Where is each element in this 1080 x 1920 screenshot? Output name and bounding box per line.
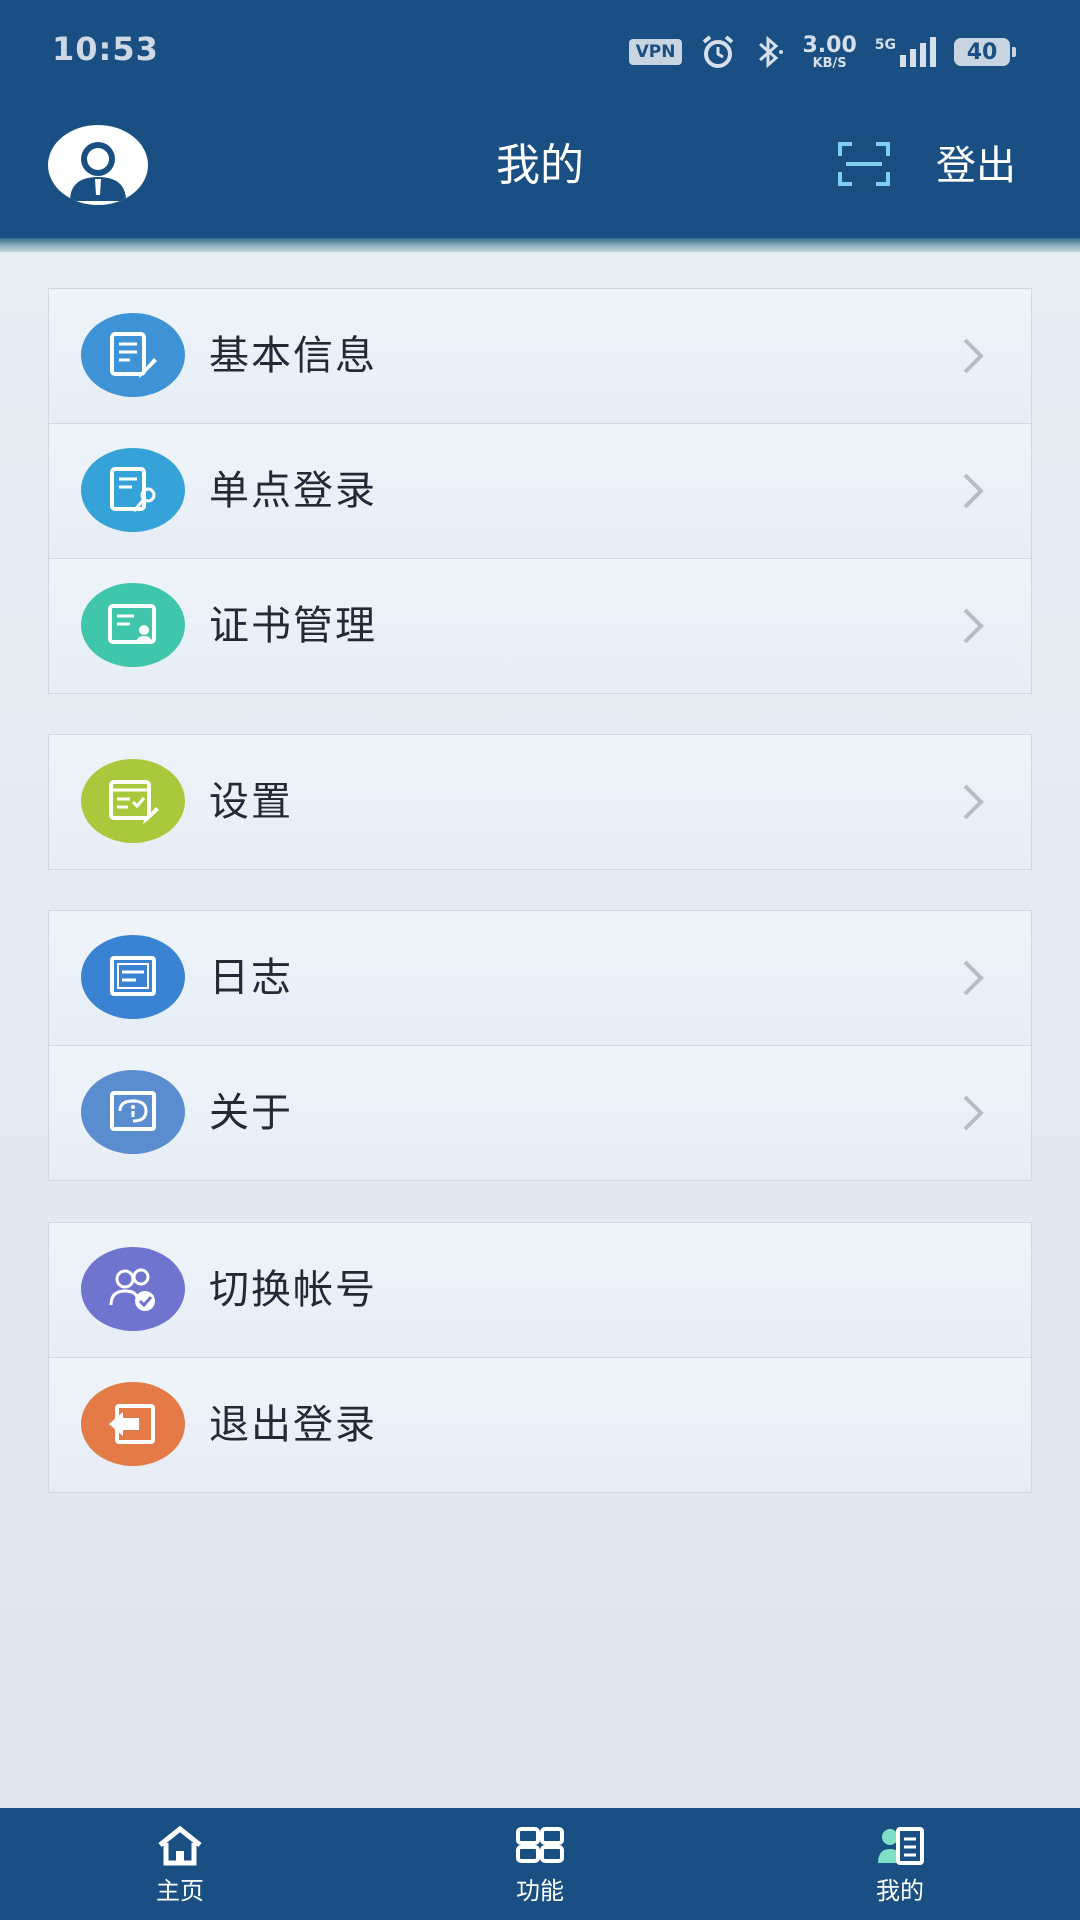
bottom-nav: 主页 功能 我的: [0, 1808, 1080, 1920]
scan-icon[interactable]: [836, 140, 892, 188]
menu-item-about[interactable]: 关于: [49, 1045, 1031, 1180]
bluetooth-icon: [759, 35, 784, 69]
menu-item-label: 基本信息: [209, 333, 377, 379]
menu-item-single-sign-on[interactable]: 单点登录: [49, 423, 1031, 558]
menu-item-label: 证书管理: [209, 603, 377, 649]
menu-group-account-actions: 切换帐号 退出登录: [48, 1222, 1032, 1493]
battery-indicator: 40: [954, 38, 1016, 66]
status-time: 10:53: [52, 30, 159, 68]
menu-item-label: 日志: [209, 955, 293, 1001]
header-divider: [0, 238, 1080, 252]
menu-item-switch-account[interactable]: 切换帐号: [49, 1223, 1031, 1357]
logout-arrow-icon: [81, 1382, 185, 1466]
info-icon: [81, 1070, 185, 1154]
profile-icon: [878, 1826, 924, 1865]
menu-item-label: 单点登录: [209, 468, 377, 514]
chevron-right-icon: [963, 338, 984, 374]
chevron-right-icon: [963, 1095, 984, 1131]
nav-tab-mine[interactable]: 我的: [720, 1808, 1080, 1920]
menu-item-label: 退出登录: [209, 1402, 377, 1448]
chevron-right-icon: [963, 473, 984, 509]
logout-button[interactable]: 登出: [936, 140, 1016, 192]
nav-tab-functions[interactable]: 功能: [360, 1808, 720, 1920]
menu-item-label: 设置: [209, 779, 293, 825]
menu-group-settings: 设置: [48, 734, 1032, 870]
chevron-right-icon: [963, 784, 984, 820]
menu-item-settings[interactable]: 设置: [49, 735, 1031, 869]
top-bar: 10:53 VPN 3.00 KB/S 5G 40 我的 登出: [0, 0, 1080, 238]
log-icon: [81, 935, 185, 1019]
nav-tab-home[interactable]: 主页: [0, 1808, 360, 1920]
chevron-right-icon: [963, 608, 984, 644]
nav-tab-label: 主页: [156, 1876, 204, 1905]
net-speed: 3.00 KB/S: [802, 32, 857, 71]
menu-item-sign-out[interactable]: 退出登录: [49, 1357, 1031, 1492]
apps-icon: [516, 1826, 564, 1863]
document-key-icon: [81, 448, 185, 532]
home-icon: [158, 1825, 202, 1865]
vpn-badge: VPN: [628, 39, 683, 65]
menu-item-basic-info[interactable]: 基本信息: [49, 289, 1031, 423]
page-title: 我的: [496, 140, 584, 191]
menu-item-log[interactable]: 日志: [49, 911, 1031, 1045]
menu-group-info: 日志 关于: [48, 910, 1032, 1181]
menu-item-label: 切换帐号: [209, 1267, 377, 1313]
settings-check-icon: [81, 759, 185, 843]
certificate-icon: [81, 583, 185, 667]
alarm-icon: [703, 35, 734, 68]
menu-item-certificate-management[interactable]: 证书管理: [49, 558, 1031, 693]
nav-tab-label: 功能: [516, 1876, 564, 1905]
signal-icon: 5G: [875, 37, 936, 67]
switch-account-icon: [81, 1247, 185, 1331]
menu-group-account: 基本信息 单点登录 证书管理: [48, 288, 1032, 694]
chevron-right-icon: [963, 960, 984, 996]
profile-edit-icon: [81, 313, 185, 397]
menu-item-label: 关于: [209, 1090, 293, 1136]
nav-tab-label: 我的: [876, 1876, 924, 1905]
status-icons: VPN 3.00 KB/S 5G 40: [628, 32, 1016, 72]
